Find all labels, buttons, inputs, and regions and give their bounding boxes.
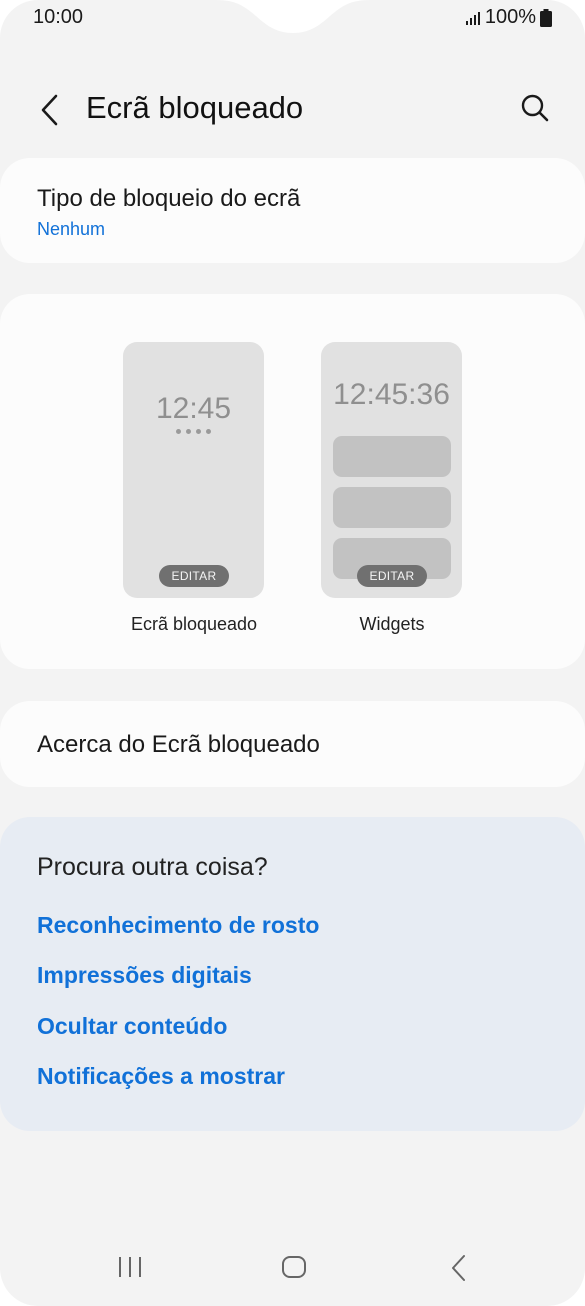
about-lock-screen-label: Acerca do Ecrã bloqueado xyxy=(37,731,320,758)
lock-screen-edit-button[interactable]: EDITAR xyxy=(159,565,229,587)
search-icon xyxy=(521,94,549,122)
status-indicators: 100% xyxy=(465,6,552,29)
suggestion-link-notifications[interactable]: Notificações a mostrar xyxy=(37,1063,285,1090)
lock-screen-preview-clock: 12:45 xyxy=(155,392,232,425)
nav-back-button[interactable] xyxy=(448,1253,470,1288)
widgets-preview-clock: 12:45:36 xyxy=(333,378,450,411)
pin-dots xyxy=(123,429,264,434)
back-icon xyxy=(452,1255,465,1281)
suggestions-card: Procura outra coisa? Reconhecimento de r… xyxy=(0,817,585,1131)
home-button[interactable] xyxy=(281,1253,307,1286)
page-title: Ecrã bloqueado xyxy=(86,90,304,125)
chevron-left-icon xyxy=(41,94,58,126)
lock-type-setting[interactable]: Tipo de bloqueio do ecrã Nenhum xyxy=(0,158,585,263)
widgets-preview[interactable]: 12:45:36 EDITAR xyxy=(321,342,462,598)
back-button[interactable] xyxy=(32,92,68,128)
widgets-edit-button[interactable]: EDITAR xyxy=(357,565,427,587)
signal-icon xyxy=(465,11,480,25)
battery-percent: 100% xyxy=(484,6,536,28)
suggestion-link-face-recognition[interactable]: Reconhecimento de rosto xyxy=(37,912,319,939)
home-icon xyxy=(282,1256,306,1278)
battery-icon xyxy=(540,8,552,27)
lock-screen-preview-label: Ecrã bloqueado xyxy=(130,614,258,634)
lock-type-value: Nenhum xyxy=(37,219,106,239)
lock-screen-preview[interactable]: 12:45 EDITAR xyxy=(123,342,264,598)
status-time: 10:00 xyxy=(33,6,84,28)
search-button[interactable] xyxy=(517,90,553,126)
widgets-preview-label: Widgets xyxy=(359,614,425,634)
widget-placeholder xyxy=(333,436,451,477)
recent-apps-icon xyxy=(119,1257,141,1277)
lock-type-title: Tipo de bloqueio do ecrã xyxy=(37,185,301,212)
widget-placeholder xyxy=(333,487,451,528)
camera-notch xyxy=(216,0,370,33)
suggestions-title: Procura outra coisa? xyxy=(37,853,268,881)
phone-screen: 10:00 100% Ecrã bloqueado Tipo de bloque… xyxy=(0,0,585,1306)
suggestion-link-hide-content[interactable]: Ocultar conteúdo xyxy=(37,1013,227,1040)
recent-apps-button[interactable] xyxy=(117,1253,143,1286)
previews-card: 12:45 EDITAR Ecrã bloqueado 12:45:36 EDI… xyxy=(0,294,585,669)
suggestion-link-fingerprints[interactable]: Impressões digitais xyxy=(37,962,252,989)
about-lock-screen-item[interactable]: Acerca do Ecrã bloqueado xyxy=(0,701,585,787)
